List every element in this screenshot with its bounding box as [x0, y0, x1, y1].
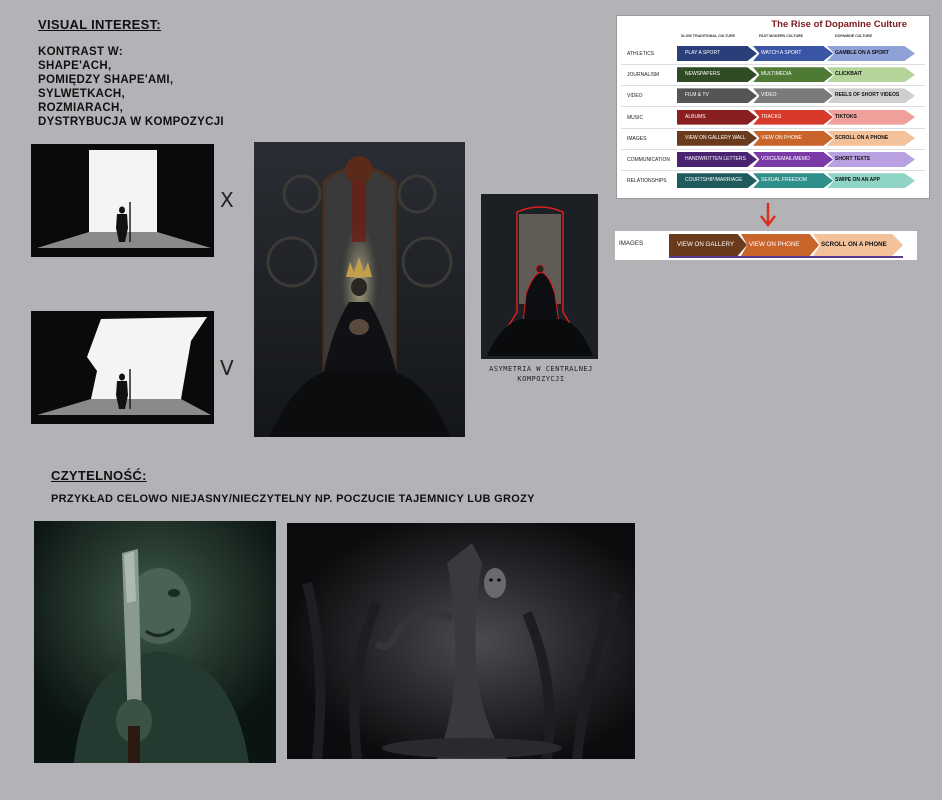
infographic-cell: SWIPE ON AN APP: [827, 173, 915, 189]
asymmetric-composition-sketch: [31, 311, 214, 424]
infographic-cell: VIEW ON PHONE: [753, 130, 833, 146]
row-divider: [621, 85, 925, 87]
infographic-cell: VIDEO: [753, 88, 833, 104]
dopamine-culture-infographic: The Rise of Dopamine Culture SLOW TRADIT…: [616, 15, 930, 199]
row-label: IMAGES: [619, 240, 644, 247]
infographic-cell: ALBUMS: [677, 109, 757, 125]
infographic-cell: VOICE/EMAIL/MEMO: [753, 152, 833, 167]
row-divider: [621, 64, 925, 65]
zoom-cell: VIEW ON GALLERY WALL: [669, 234, 747, 256]
row-label: MUSIC: [627, 114, 644, 121]
row-label: VIDEO: [627, 93, 643, 100]
list-item: DYSTRYBUCJA W KOMPOZYCJI: [38, 116, 224, 128]
visual-interest-heading: VISUAL INTEREST:: [38, 17, 162, 32]
list-item: SHAPE'ACH,: [38, 60, 112, 72]
infographic-cell: FILM & TV: [677, 88, 757, 104]
right-mark: V: [220, 356, 234, 380]
list-item: SYLWETKACH,: [38, 88, 125, 100]
readability-subtitle: PRZYKŁAD CELOWO NIEJASNY/NIECZYTELNY NP.…: [51, 493, 535, 505]
infographic-cell: GAMBLE ON A SPORT: [827, 46, 915, 61]
machete-figure-painting: [34, 521, 276, 763]
asymmetry-note: ASYMETRIA W CENTRALNEJ KOMPOZYCJI: [476, 364, 606, 384]
infographic-title: The Rise of Dopamine Culture: [771, 19, 907, 30]
list-item: POMIĘDZY SHAPE'AMI,: [38, 74, 174, 86]
row-label: JOURNALISM: [627, 72, 660, 79]
list-item: KONTRAST W:: [38, 46, 123, 58]
throne-asymmetry-analysis: [481, 194, 598, 359]
readability-heading: CZYTELNOŚĆ:: [51, 468, 147, 483]
list-item: ROZMIARACH,: [38, 102, 124, 114]
throne-painting: [254, 142, 465, 437]
row-divider: [621, 170, 925, 171]
asymmetry-note-line: KOMPOZYCJI: [517, 375, 565, 383]
infographic-cell: SEXUAL FREEDOM: [753, 173, 833, 189]
zoom-cell: SCROLL ON A PHONE: [813, 234, 903, 256]
infographic-cell: PLAY A SPORT: [677, 46, 757, 61]
column-header: FAST MODERN CULTURE: [759, 34, 804, 38]
infographic-cell: REELS OF SHORT VIDEOS: [827, 88, 915, 104]
row-divider: [621, 106, 925, 108]
row-label: IMAGES: [627, 135, 647, 142]
zoomed-images-row: IMAGES VIEW ON GALLERY WALL VIEW ON PHON…: [615, 231, 917, 260]
column-header: SLOW TRADITIONAL CULTURE: [681, 34, 735, 38]
zoom-cell: VIEW ON PHONE: [741, 234, 819, 256]
infographic-cell: TRACKS: [753, 109, 833, 125]
infographic-cell: WATCH A SPORT: [753, 46, 833, 61]
row-underline: [669, 256, 903, 258]
infographic-cell: COURTSHIP/MARRIAGE: [677, 173, 757, 189]
column-header: DOPAMINE CULTURE: [835, 34, 872, 38]
dark-forest-painting: [287, 523, 635, 760]
row-label: RELATIONSHIPS: [627, 178, 667, 185]
infographic-cell: CLICKBAIT: [827, 67, 915, 83]
infographic-cell: SHORT TEXTS: [827, 152, 915, 167]
infographic-cell: TIKTOKS: [827, 109, 915, 125]
infographic-cell: MULTIMEDIA: [753, 67, 833, 83]
row-divider: [621, 127, 925, 129]
infographic-cell: VIEW ON GALLERY WALL: [677, 130, 757, 146]
infographic-cell: SCROLL ON A PHONE: [827, 130, 915, 146]
row-label: COMMUNICATION: [627, 157, 670, 163]
row-divider: [621, 148, 925, 150]
visual-interest-list: KONTRAST W: SHAPE'ACH, POMIĘDZY SHAPE'AM…: [38, 45, 224, 129]
symmetric-composition-sketch: [31, 144, 214, 257]
row-label: ATHLETICS: [627, 51, 655, 57]
infographic-cell: HANDWRITTEN LETTERS: [677, 152, 757, 167]
infographic-cell: NEWSPAPERS: [677, 67, 757, 83]
asymmetry-note-line: ASYMETRIA W CENTRALNEJ: [489, 365, 593, 373]
down-arrow-icon: [758, 201, 778, 229]
wrong-mark: X: [220, 188, 234, 212]
